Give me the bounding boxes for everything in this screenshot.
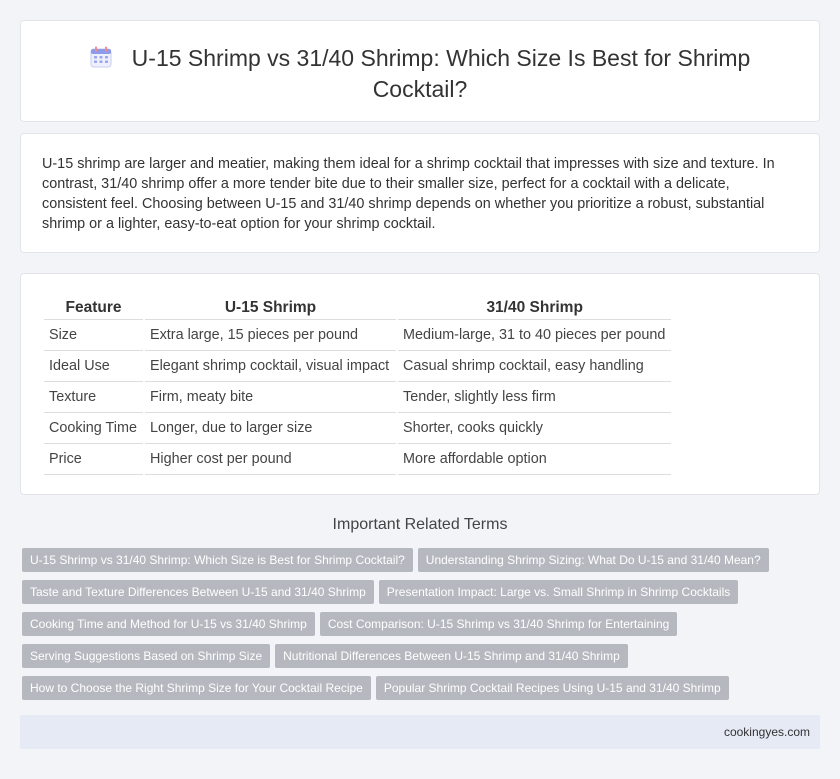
table-row: Texture Firm, meaty bite Tender, slightl… xyxy=(44,382,672,413)
intro-paragraph: U-15 shrimp are larger and meatier, maki… xyxy=(42,156,775,232)
table-cell: Tender, slightly less firm xyxy=(398,382,672,413)
related-tag-link[interactable]: Cost Comparison: U-15 Shrimp vs 31/40 Sh… xyxy=(319,612,678,636)
related-tag-link[interactable]: Popular Shrimp Cocktail Recipes Using U-… xyxy=(375,676,729,700)
header-3140: 31/40 Shrimp xyxy=(398,294,672,320)
related-tag-link[interactable]: Nutritional Differences Between U-15 Shr… xyxy=(275,644,628,668)
comparison-table: Feature U-15 Shrimp 31/40 Shrimp Size Ex… xyxy=(42,294,673,475)
table-row: Size Extra large, 15 pieces per pound Me… xyxy=(44,320,672,351)
table-row: Price Higher cost per pound More afforda… xyxy=(44,444,672,475)
table-cell: Firm, meaty bite xyxy=(145,382,396,413)
intro-card: U-15 shrimp are larger and meatier, maki… xyxy=(20,133,820,253)
table-cell: Higher cost per pound xyxy=(145,444,396,475)
table-header-row: Feature U-15 Shrimp 31/40 Shrimp xyxy=(44,294,672,320)
table-cell: Medium-large, 31 to 40 pieces per pound xyxy=(398,320,672,351)
footer-bar: cookingyes.com xyxy=(20,715,820,749)
related-tags: U-15 Shrimp vs 31/40 Shrimp: Which Size … xyxy=(22,548,822,708)
table-cell: Ideal Use xyxy=(44,351,143,382)
table-cell: Price xyxy=(44,444,143,475)
table-cell: Size xyxy=(44,320,143,351)
table-cell: More affordable option xyxy=(398,444,672,475)
title-wrap: U-15 Shrimp vs 31/40 Shrimp: Which Size … xyxy=(81,43,759,105)
related-tag-link[interactable]: Serving Suggestions Based on Shrimp Size xyxy=(22,644,271,668)
calendar-icon xyxy=(90,46,112,68)
comparison-table-card: Feature U-15 Shrimp 31/40 Shrimp Size Ex… xyxy=(20,273,820,495)
header-feature: Feature xyxy=(44,294,143,320)
tag-row: Cooking Time and Method for U-15 vs 31/4… xyxy=(22,612,822,644)
related-tag-link[interactable]: How to Choose the Right Shrimp Size for … xyxy=(22,676,371,700)
related-terms-heading: Important Related Terms xyxy=(332,516,508,533)
related-tag-link[interactable]: Taste and Texture Differences Between U-… xyxy=(22,580,374,604)
table-cell: Longer, due to larger size xyxy=(145,413,396,444)
tag-row: How to Choose the Right Shrimp Size for … xyxy=(22,676,822,708)
related-tag-link[interactable]: Presentation Impact: Large vs. Small Shr… xyxy=(378,580,739,604)
table-row: Cooking Time Longer, due to larger size … xyxy=(44,413,672,444)
tag-row: Serving Suggestions Based on Shrimp Size… xyxy=(22,644,822,676)
header-u15: U-15 Shrimp xyxy=(145,294,396,320)
title-card: U-15 Shrimp vs 31/40 Shrimp: Which Size … xyxy=(20,20,820,122)
table-cell: Texture xyxy=(44,382,143,413)
tag-row: Taste and Texture Differences Between U-… xyxy=(22,580,822,612)
related-tag-link[interactable]: Understanding Shrimp Sizing: What Do U-1… xyxy=(417,548,769,572)
table-cell: Shorter, cooks quickly xyxy=(398,413,672,444)
footer-site-link[interactable]: cookingyes.com xyxy=(724,725,810,739)
table-cell: Elegant shrimp cocktail, visual impact xyxy=(145,351,396,382)
related-tag-link[interactable]: Cooking Time and Method for U-15 vs 31/4… xyxy=(22,612,315,636)
related-tag-link[interactable]: U-15 Shrimp vs 31/40 Shrimp: Which Size … xyxy=(22,548,413,572)
table-cell: Casual shrimp cocktail, easy handling xyxy=(398,351,672,382)
tag-row: U-15 Shrimp vs 31/40 Shrimp: Which Size … xyxy=(22,548,822,580)
table-cell: Extra large, 15 pieces per pound xyxy=(145,320,396,351)
table-cell: Cooking Time xyxy=(44,413,143,444)
page-title: U-15 Shrimp vs 31/40 Shrimp: Which Size … xyxy=(131,45,751,102)
table-row: Ideal Use Elegant shrimp cocktail, visua… xyxy=(44,351,672,382)
